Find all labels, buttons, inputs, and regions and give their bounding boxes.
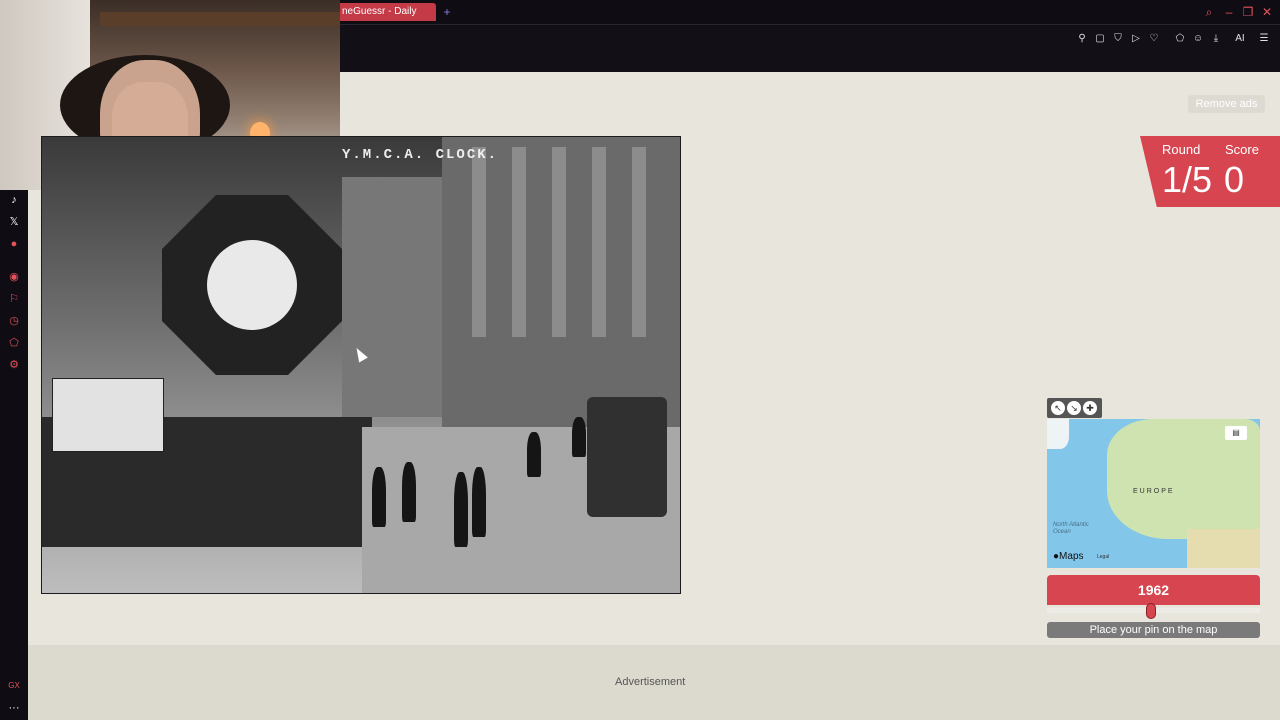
download-icon[interactable]: ⤓ bbox=[1209, 32, 1223, 46]
gx-logo: GX bbox=[8, 681, 20, 690]
pedestrian bbox=[572, 417, 586, 457]
history-icon[interactable]: ◷ bbox=[6, 313, 22, 329]
map-ocean-label: North Atlantic Ocean bbox=[1053, 522, 1089, 535]
expand-map-icon[interactable]: ↘ bbox=[1067, 401, 1081, 415]
column bbox=[472, 147, 486, 337]
photo-caption: Y.M.C.A. CLOCK. bbox=[342, 147, 499, 163]
tab-title: neGuessr - Daily bbox=[342, 6, 417, 17]
webcam-shelf bbox=[100, 12, 340, 26]
shrink-map-icon[interactable]: ↖ bbox=[1051, 401, 1065, 415]
advertisement-label: Advertisement bbox=[615, 676, 686, 688]
pedestrian bbox=[454, 472, 468, 547]
remove-ads-button[interactable]: Remove ads bbox=[1188, 95, 1265, 113]
screenshot-icon[interactable]: ▢ bbox=[1093, 32, 1107, 46]
round-label: Round bbox=[1162, 142, 1201, 157]
maximize-icon[interactable]: ❐ bbox=[1241, 4, 1255, 20]
bookmark-icon[interactable]: ⚐ bbox=[6, 291, 22, 307]
street-building bbox=[342, 177, 442, 417]
clock-face bbox=[207, 240, 297, 330]
player-icon[interactable]: ◉ bbox=[6, 269, 22, 285]
pin-map-icon[interactable]: ✚ bbox=[1083, 401, 1097, 415]
column bbox=[552, 147, 566, 337]
year-slider-handle[interactable] bbox=[1146, 603, 1157, 619]
search-icon[interactable]: ⌕ bbox=[1202, 4, 1216, 20]
shield-icon[interactable]: ⛉ bbox=[1111, 32, 1125, 46]
map-brand-label: Maps bbox=[1059, 551, 1084, 562]
profile-icon[interactable]: ☺ bbox=[1191, 32, 1205, 46]
column bbox=[592, 147, 606, 337]
more-icon[interactable]: ··· bbox=[6, 700, 22, 716]
map-africa-land bbox=[1187, 529, 1260, 568]
pedestrian bbox=[472, 467, 486, 537]
pedestrian bbox=[402, 462, 416, 522]
morgan-sign bbox=[52, 378, 164, 452]
map-size-controls: ↖ ↘ ✚ bbox=[1047, 398, 1102, 418]
extensions-icon[interactable]: ⬠ bbox=[1173, 32, 1187, 46]
place-pin-button[interactable]: Place your pin on the map bbox=[1047, 622, 1260, 638]
pedestrian bbox=[372, 467, 386, 527]
active-tab[interactable]: neGuessr - Daily bbox=[336, 3, 436, 21]
menu-icon[interactable]: ☰ bbox=[1257, 32, 1271, 46]
x-icon[interactable]: 𝕏 bbox=[6, 214, 22, 230]
map-brand: ●Maps bbox=[1053, 551, 1084, 562]
round-score-badge: Round 1/5 Score 0 bbox=[1140, 136, 1280, 207]
map-legal-link[interactable]: Legal bbox=[1097, 554, 1109, 560]
map-greenland-land bbox=[1047, 419, 1069, 449]
map-region-label: EUROPE bbox=[1133, 488, 1175, 495]
score-label: Score bbox=[1225, 142, 1259, 157]
ai-button[interactable]: AI bbox=[1229, 32, 1251, 46]
play-icon[interactable]: ▷ bbox=[1129, 32, 1143, 46]
score-value: 0 bbox=[1224, 159, 1245, 200]
map-layer-icon[interactable]: ▤ bbox=[1225, 426, 1247, 440]
guess-map[interactable]: ▤ EUROPE North Atlantic Ocean ●Maps Lega… bbox=[1047, 419, 1260, 568]
historical-photo: Y.M.C.A. CLOCK. bbox=[41, 136, 681, 594]
column bbox=[632, 147, 646, 337]
extensions-sidebar-icon[interactable]: ⬠ bbox=[6, 335, 22, 351]
pin-icon[interactable]: ⚲ bbox=[1075, 32, 1089, 46]
column bbox=[512, 147, 526, 337]
heart-icon[interactable]: ♡ bbox=[1147, 32, 1161, 46]
settings-icon[interactable]: ⚙ bbox=[6, 357, 22, 373]
tiktok-icon[interactable]: ♪ bbox=[6, 192, 22, 208]
round-value: 1/5 bbox=[1162, 159, 1213, 200]
carriage bbox=[587, 397, 667, 517]
ai-label: AI bbox=[1235, 33, 1245, 44]
year-display: 1962 bbox=[1047, 575, 1260, 605]
pedestrian bbox=[527, 432, 541, 477]
twitch-icon[interactable]: ● bbox=[6, 236, 22, 252]
minimize-icon[interactable]: – bbox=[1222, 4, 1236, 20]
close-icon[interactable]: ✕ bbox=[1260, 4, 1274, 20]
new-tab-button[interactable]: + bbox=[440, 3, 454, 21]
